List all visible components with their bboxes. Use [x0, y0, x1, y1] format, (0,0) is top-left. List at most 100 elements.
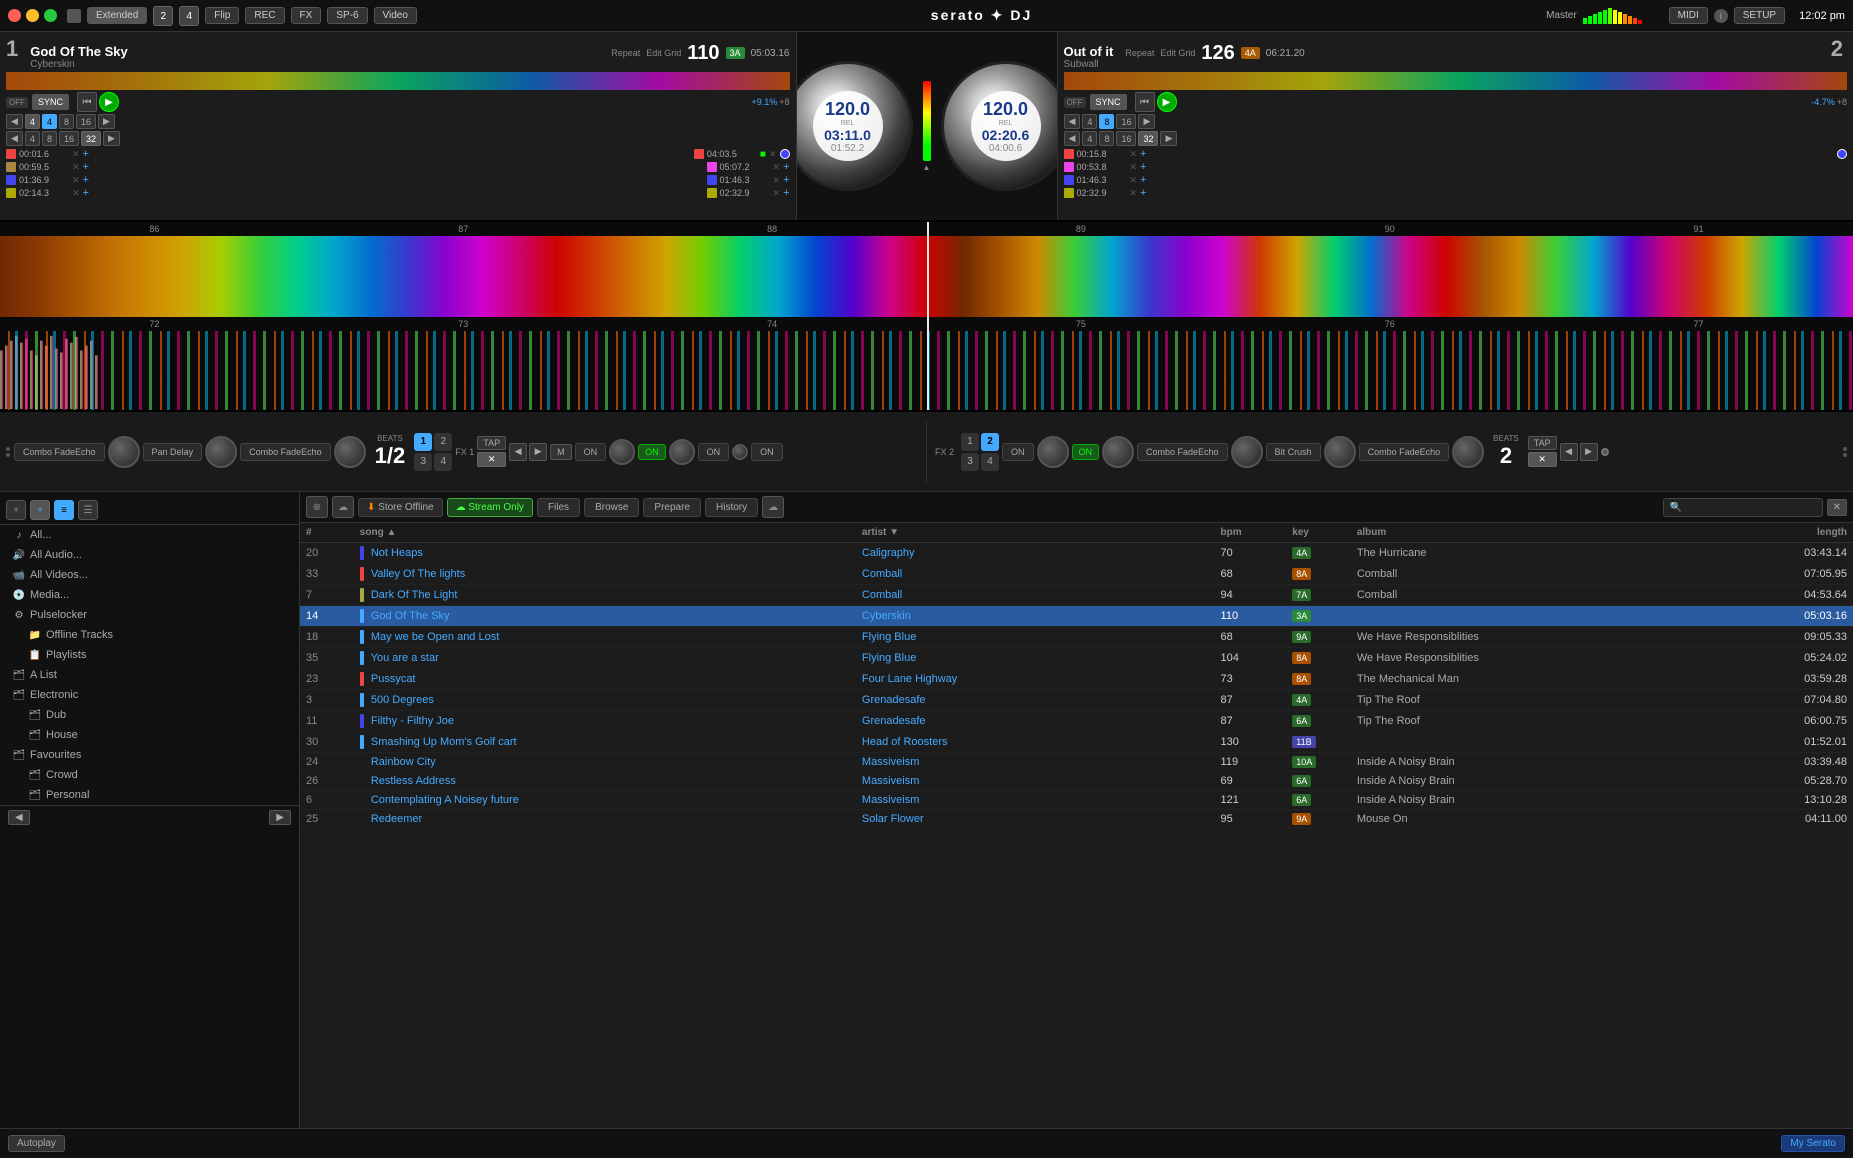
track-artist[interactable]: Comball — [862, 589, 902, 601]
deck2-loop-fwd2[interactable]: ▶ — [1160, 131, 1177, 146]
fx2-on1[interactable]: ON — [1002, 443, 1034, 461]
fx2-num1[interactable]: 1 — [961, 433, 979, 451]
autoplay-button[interactable]: Autoplay — [8, 1135, 65, 1152]
cue-r1-x[interactable]: ✕ — [769, 149, 777, 160]
fx1-on4[interactable]: ON — [751, 443, 783, 461]
table-row[interactable]: 18 May we be Open and Lost Flying Blue 6… — [300, 627, 1853, 648]
deck2-loop-back[interactable]: ◀ — [1064, 114, 1081, 129]
fx2-knob2[interactable] — [1102, 436, 1134, 468]
deck1-loop-16b[interactable]: 16 — [59, 131, 79, 146]
stream-only-btn[interactable]: ☁ Stream Only — [447, 498, 533, 517]
table-row[interactable]: 25 Redeemer Solar Flower 95 9A Mouse On … — [300, 810, 1853, 829]
sidebar-item-playlists[interactable]: 📋 Playlists — [0, 645, 299, 665]
table-row[interactable]: 6 Contemplating A Noisey future Massivei… — [300, 791, 1853, 810]
cue1-add[interactable]: + — [83, 148, 89, 160]
fx1-num1[interactable]: 1 — [414, 433, 432, 451]
fx1-tap[interactable]: TAP — [477, 436, 506, 450]
deck2-loop-8[interactable]: 8 — [1099, 114, 1114, 129]
sidebar-item-dub[interactable]: 🗂 Dub — [0, 705, 299, 725]
sidebar-item-electronic[interactable]: 🗂 Electronic — [0, 685, 299, 705]
deck1-prev[interactable]: ⏮ — [77, 92, 97, 112]
track-artist[interactable]: Flying Blue — [862, 652, 916, 664]
fx2-num2[interactable]: 2 — [981, 433, 999, 451]
fx1-num3[interactable]: 3 — [414, 453, 432, 471]
search-input[interactable] — [1663, 498, 1823, 517]
sidebar-item-personal[interactable]: 🗂 Personal — [0, 785, 299, 805]
search-clear[interactable]: ✕ — [1827, 499, 1847, 516]
table-row[interactable]: 26 Restless Address Massiveism 69 6A Ins… — [300, 772, 1853, 791]
fx2-nav-left[interactable]: ◀ — [1560, 443, 1578, 461]
sidebar-item-alist[interactable]: 🗂 A List — [0, 665, 299, 685]
table-row[interactable]: 33 Valley Of The lights Comball 68 8A Co… — [300, 564, 1853, 585]
lib-cloud2-btn[interactable]: ☁ — [762, 496, 784, 518]
lib-cloud-btn[interactable]: ☁ — [332, 496, 354, 518]
track-artist[interactable]: Grenadesafe — [862, 694, 926, 706]
sidebar-add-orange[interactable]: + — [30, 500, 50, 520]
deck2-loop-fwd[interactable]: ▶ — [1138, 114, 1155, 129]
myserato-button[interactable]: My Serato — [1781, 1135, 1845, 1152]
fx2-tap[interactable]: TAP — [1528, 436, 1557, 450]
table-row[interactable]: 7 Dark Of The Light Comball 94 7A Combal… — [300, 585, 1853, 606]
deck1-loop-fwd2[interactable]: ▶ — [103, 131, 120, 146]
deck2-loop-back2[interactable]: ◀ — [1064, 131, 1081, 146]
deck1-play[interactable]: ▶ — [99, 92, 119, 112]
table-row[interactable]: 3 500 Degrees Grenadesafe 87 4A Tip The … — [300, 690, 1853, 711]
deck2-loop-16[interactable]: 16 — [1116, 114, 1136, 129]
cue-r2-add[interactable]: + — [783, 161, 789, 173]
track-title[interactable]: Smashing Up Mom's Golf cart — [371, 736, 517, 748]
track-artist[interactable]: Caligraphy — [862, 547, 915, 559]
fx1-on-knob2[interactable] — [669, 439, 695, 465]
track-title[interactable]: May we be Open and Lost — [371, 631, 499, 643]
fx1-nav-left[interactable]: ◀ — [509, 443, 527, 461]
track-title[interactable]: You are a star — [371, 652, 439, 664]
video-button[interactable]: Video — [374, 7, 417, 24]
track-artist[interactable]: Grenadesafe — [862, 715, 926, 727]
table-row[interactable]: 24 Rainbow City Massiveism 119 10A Insid… — [300, 753, 1853, 772]
tab-files[interactable]: Files — [537, 498, 580, 517]
close-btn[interactable] — [8, 9, 21, 22]
fx2-knob1[interactable] — [1037, 436, 1069, 468]
track-artist[interactable]: Four Lane Highway — [862, 673, 957, 685]
deck1-sync[interactable]: SYNC — [32, 94, 69, 110]
midi-button[interactable]: MIDI — [1669, 7, 1708, 24]
deck2-loop-32[interactable]: 32 — [1138, 131, 1158, 146]
fx2-on2-active[interactable]: ON — [1072, 444, 1100, 460]
deck1-loop-back[interactable]: ◀ — [6, 114, 23, 129]
table-row[interactable]: 30 Smashing Up Mom's Golf cart Head of R… — [300, 732, 1853, 753]
fx1-num4[interactable]: 4 — [434, 453, 452, 471]
track-artist[interactable]: Massiveism — [862, 756, 919, 768]
tab-history[interactable]: History — [705, 498, 758, 517]
tab-browse[interactable]: Browse — [584, 498, 639, 517]
fx1-pan-delay[interactable]: Pan Delay — [143, 443, 203, 461]
deck1-loop-4[interactable]: 4 — [25, 114, 40, 129]
flip-button[interactable]: Flip — [205, 7, 239, 24]
cue-r4-add[interactable]: + — [783, 187, 789, 199]
deck1-off[interactable]: OFF — [6, 97, 28, 108]
deck1-loop-fwd[interactable]: ▶ — [98, 114, 115, 129]
mode-button[interactable]: Extended — [87, 7, 147, 24]
deck2-cue4-x[interactable]: ✕ — [1130, 188, 1138, 199]
num-btn-2[interactable]: 2 — [153, 6, 173, 26]
num-btn-4[interactable]: 4 — [179, 6, 199, 26]
turntable-right[interactable]: 120.0 REL 02:20.6 04:00.6 — [941, 61, 1071, 191]
sidebar-item-house[interactable]: 🗂 House — [0, 725, 299, 745]
sidebar-item-all[interactable]: ♪ All... — [0, 525, 299, 545]
fx2-num4[interactable]: 4 — [981, 453, 999, 471]
deck2-loop-4[interactable]: 4 — [1082, 114, 1097, 129]
table-row[interactable]: 14 God Of The Sky Cyberskin 110 3A 05:03… — [300, 606, 1853, 627]
sp6-button[interactable]: SP-6 — [327, 7, 367, 24]
col-length[interactable]: length — [1745, 523, 1853, 543]
fx2-combo1[interactable]: Combo FadeEcho — [1137, 443, 1228, 461]
minimize-btn[interactable] — [26, 9, 39, 22]
sidebar-item-favourites[interactable]: 🗂 Favourites — [0, 745, 299, 765]
sidebar-item-pulselocker[interactable]: ⚙ Pulselocker — [0, 605, 299, 625]
deck2-cue4-add[interactable]: + — [1140, 187, 1146, 199]
track-title[interactable]: Pussycat — [371, 673, 416, 685]
deck2-loop-8b[interactable]: 8 — [1099, 131, 1114, 146]
deck2-cue2-x[interactable]: ✕ — [1130, 162, 1138, 173]
fx1-m[interactable]: M — [550, 444, 572, 460]
fx1-x[interactable]: ✕ — [477, 452, 506, 467]
sidebar-item-allvideos[interactable]: 📹 All Videos... — [0, 565, 299, 585]
sidebar-item-offlinetracks[interactable]: 📁 Offline Tracks — [0, 625, 299, 645]
store-offline-btn[interactable]: ⬇ Store Offline — [358, 498, 443, 517]
